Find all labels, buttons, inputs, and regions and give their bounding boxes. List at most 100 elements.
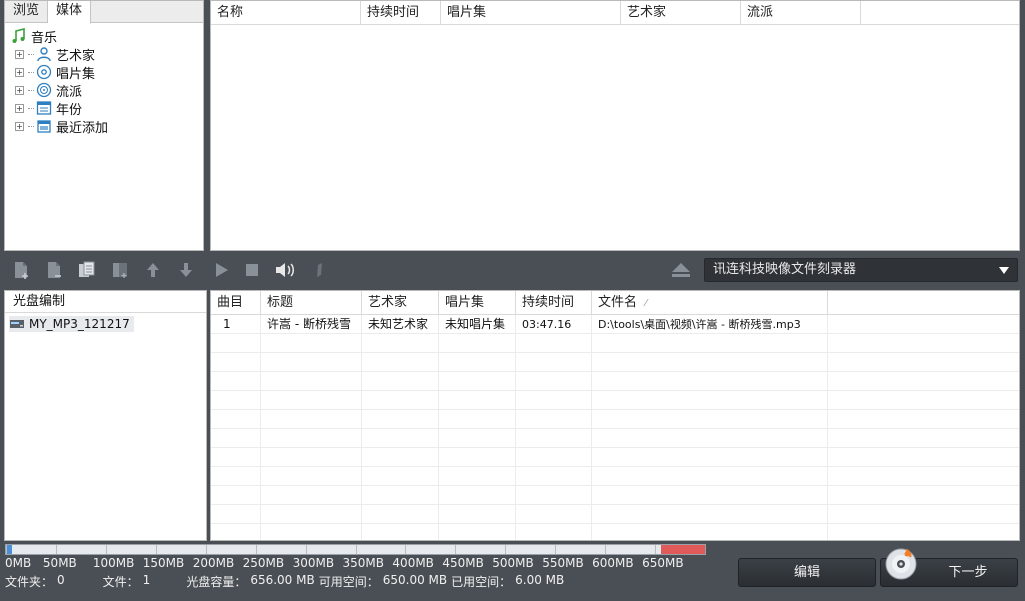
add-folder-icon[interactable]: [43, 259, 65, 281]
library-list-header: 名称 持续时间 唱片集 艺术家 流派: [211, 1, 1019, 25]
compilation-toolbar: 讯连科技映像文件刻录器: [0, 253, 1025, 286]
remove-icon[interactable]: [109, 259, 131, 281]
capacity-tick: [355, 545, 357, 554]
table-row-empty: [211, 505, 1019, 524]
capacity-tick: [305, 545, 307, 554]
capacity-tick: [455, 545, 457, 554]
stop-icon[interactable]: [241, 259, 263, 281]
capacity-scale: 0MB 50MB 100MB 150MB 200MB 250MB 300MB 350MB 400…: [5, 556, 706, 570]
table-row-empty: [211, 410, 1019, 429]
disc-compilation-panel: 光盘编制 MY_MP3_121217: [4, 290, 207, 541]
column-duration[interactable]: 持续时间: [516, 291, 592, 315]
capacity-scale-label: 250MB: [242, 556, 285, 570]
recent-icon: [36, 118, 52, 134]
column-artist[interactable]: 艺术家: [621, 1, 741, 25]
track-rows: 1 许嵩 - 断桥残雪 未知艺术家 未知唱片集 03:47.16 D:\tool…: [211, 315, 1019, 540]
expand-icon[interactable]: +: [15, 85, 24, 95]
table-row-empty: [211, 353, 1019, 372]
tree-item-label: 艺术家: [56, 48, 96, 64]
tree-item-music[interactable]: 音乐: [11, 27, 108, 46]
table-row[interactable]: 1 许嵩 - 断桥残雪 未知艺术家 未知唱片集 03:47.16 D:\tool…: [211, 315, 1019, 334]
capacity-tick: [505, 545, 507, 554]
move-down-icon[interactable]: [175, 259, 197, 281]
column-filename-label: 文件名: [598, 295, 638, 310]
column-album[interactable]: 唱片集: [439, 291, 516, 315]
eject-icon[interactable]: [670, 260, 692, 280]
library-track-list[interactable]: 名称 持续时间 唱片集 艺术家 流派: [210, 0, 1020, 251]
disc-track-list[interactable]: 曲目 标题 艺术家 唱片集 持续时间 文件名 ⁄ 1 许嵩 - 断桥残雪 未知艺…: [210, 290, 1020, 541]
column-genre[interactable]: 流派: [741, 1, 861, 25]
folders-value: 0: [57, 573, 65, 587]
capacity-tick: [205, 545, 207, 554]
disc-panel-header: 光盘编制: [5, 291, 206, 313]
expand-icon[interactable]: +: [15, 49, 24, 59]
table-row-empty: [211, 467, 1019, 486]
move-up-icon[interactable]: [142, 259, 164, 281]
tree-item-year[interactable]: + 年份: [11, 99, 108, 118]
column-album[interactable]: 唱片集: [441, 1, 621, 25]
tree-item-label: 流派: [56, 84, 83, 100]
expand-icon[interactable]: +: [15, 103, 24, 113]
column-name[interactable]: 名称: [211, 1, 361, 25]
volume-icon[interactable]: [274, 259, 296, 281]
edit-pen-icon[interactable]: [308, 259, 330, 281]
tree-item-recent[interactable]: + 最近添加: [11, 117, 108, 136]
burner-select[interactable]: 讯连科技映像文件刻录器: [704, 258, 1018, 282]
capacity-scale-label: 550MB: [542, 556, 584, 570]
capacity-scale-label: 600MB: [592, 556, 634, 570]
track-filename: D:\tools\桌面\视频\许嵩 - 断桥残雪.mp3: [592, 315, 828, 334]
tree-item-artist[interactable]: + 艺术家: [11, 45, 108, 64]
used-value: 6.00 MB: [515, 573, 565, 587]
capacity-tick: [6, 545, 7, 554]
disc-item-label: MY_MP3_121217: [29, 317, 130, 331]
chevron-down-icon: [999, 267, 1009, 274]
capacity-scale-label: 450MB: [442, 556, 484, 570]
track-artist: 未知艺术家: [362, 315, 439, 334]
used-label: 已用空间：: [451, 575, 512, 589]
track-title: 许嵩 - 断桥残雪: [261, 315, 362, 334]
capacity-value: 656.00 MB: [250, 573, 315, 587]
tree-item-label: 年份: [56, 102, 83, 118]
expand-icon[interactable]: +: [15, 67, 24, 77]
calendar-icon: [36, 100, 52, 116]
copy-icon[interactable]: [76, 259, 98, 281]
library-tree-panel: 浏览 媒体 音乐 + 艺术家 + 唱片集 + 流派 + 年份 + 最近添加: [4, 0, 204, 251]
disc-item[interactable]: MY_MP3_121217: [9, 316, 134, 332]
table-row-empty: [211, 334, 1019, 353]
library-pane: 浏览 媒体 音乐 + 艺术家 + 唱片集 + 流派 + 年份 + 最近添加 名称…: [0, 0, 1025, 253]
tab-media[interactable]: 媒体: [48, 1, 92, 24]
library-tabs: 浏览 媒体: [5, 1, 203, 24]
available-label: 可用空间：: [318, 575, 379, 589]
column-track[interactable]: 曲目: [211, 291, 261, 315]
artist-icon: [36, 46, 52, 62]
column-title[interactable]: 标题: [261, 291, 362, 315]
files-label: 文件：: [102, 575, 139, 589]
track-duration: 03:47.16: [516, 315, 592, 334]
table-row-empty: [211, 372, 1019, 391]
track-number: 1: [211, 315, 261, 334]
track-album: 未知唱片集: [439, 315, 516, 334]
capacity-scale-label: 100MB: [92, 556, 135, 570]
capacity-tick: [155, 545, 157, 554]
capacity-tick: [405, 545, 407, 554]
disc-capacity-bar: [5, 544, 706, 555]
column-duration[interactable]: 持续时间: [361, 1, 441, 25]
capacity-scale-label: 0MB: [5, 556, 32, 570]
capacity-over-fill: [661, 545, 705, 554]
expand-icon[interactable]: +: [15, 121, 24, 131]
table-row-empty: [211, 391, 1019, 410]
add-file-icon[interactable]: [10, 259, 32, 281]
capacity-scale-label: 350MB: [342, 556, 385, 570]
column-filename[interactable]: 文件名 ⁄: [592, 291, 828, 315]
tree-item-genre[interactable]: + 流派: [11, 81, 108, 100]
edit-button[interactable]: 编辑: [738, 558, 876, 587]
tree-item-label: 音乐: [31, 30, 58, 46]
table-row-empty: [211, 448, 1019, 467]
capacity-scale-label: 150MB: [142, 556, 185, 570]
media-tree: 音乐 + 艺术家 + 唱片集 + 流派 + 年份 + 最近添加: [11, 27, 108, 136]
tree-item-album[interactable]: + 唱片集: [11, 63, 108, 82]
tab-browse[interactable]: 浏览: [5, 1, 49, 23]
disc-burn-icon: [884, 546, 920, 582]
play-icon[interactable]: [210, 259, 232, 281]
column-artist[interactable]: 艺术家: [362, 291, 439, 315]
